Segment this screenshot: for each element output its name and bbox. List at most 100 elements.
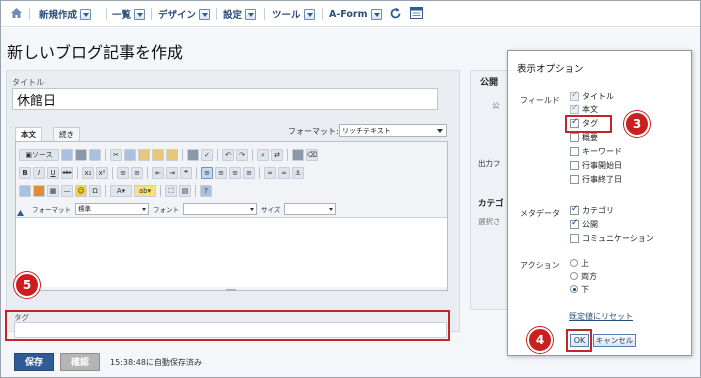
chevron-down-icon[interactable] — [134, 8, 146, 20]
collapse-toolbar-icon[interactable] — [17, 210, 24, 216]
special-char-icon[interactable]: Ω — [89, 185, 101, 197]
preview-button[interactable]: 確認 — [60, 353, 100, 371]
nav-list[interactable]: 一覧 — [112, 7, 146, 21]
spellcheck-icon[interactable]: ✓ — [201, 149, 213, 161]
radio[interactable] — [570, 259, 578, 267]
source-button[interactable]: ▣ソース — [19, 149, 59, 161]
image-icon[interactable] — [19, 185, 31, 197]
refresh-icon[interactable] — [389, 7, 402, 20]
horizontal-rule-icon[interactable]: — — [61, 185, 73, 197]
bold-button[interactable]: B — [19, 167, 31, 179]
window-icon[interactable] — [410, 7, 423, 19]
remove-format-icon[interactable]: ⌫ — [306, 149, 318, 161]
find-icon[interactable]: ⌕ — [257, 149, 269, 161]
table-icon[interactable]: ▦ — [47, 185, 59, 197]
maximize-icon[interactable]: ⛶ — [165, 185, 177, 197]
tab-more[interactable]: 続き — [53, 127, 80, 141]
blockquote-icon[interactable]: ❝ — [180, 167, 192, 179]
align-center-icon[interactable]: ≡ — [215, 167, 227, 179]
metadata-option[interactable]: カテゴリ — [570, 204, 614, 215]
align-justify-icon[interactable]: ≡ — [243, 167, 255, 179]
checkbox[interactable] — [570, 204, 579, 215]
field-option[interactable]: 行事終了日 — [570, 174, 622, 184]
unlink-icon[interactable]: ∞ — [278, 167, 290, 179]
action-position-option[interactable]: 上 — [570, 258, 589, 268]
copy-icon[interactable] — [124, 149, 136, 161]
underline-button[interactable]: U — [47, 167, 59, 179]
format-dropdown[interactable]: 標準 — [75, 203, 149, 215]
checkbox[interactable] — [570, 160, 579, 170]
preview-icon[interactable] — [89, 149, 101, 161]
format-select[interactable]: リッチテキスト — [339, 124, 447, 137]
home-icon[interactable] — [10, 7, 23, 19]
editor-content-area[interactable] — [16, 217, 447, 287]
action-position-option[interactable]: 下 — [570, 284, 589, 294]
reset-defaults-link[interactable]: 既定値にリセット — [569, 311, 633, 322]
chevron-down-icon[interactable] — [370, 8, 382, 20]
checkbox[interactable] — [570, 103, 579, 114]
field-option[interactable]: キーワード — [570, 146, 622, 156]
anchor-icon[interactable]: ⚓ — [292, 167, 304, 179]
metadata-option[interactable]: コミュニケーション — [570, 233, 654, 243]
font-dropdown[interactable] — [183, 203, 257, 215]
cut-icon[interactable]: ✂ — [110, 149, 122, 161]
chevron-down-icon[interactable] — [80, 8, 92, 20]
action-position-option[interactable]: 両方 — [570, 271, 597, 281]
nav-settings[interactable]: 設定 — [223, 7, 257, 21]
undo-icon[interactable]: ↶ — [222, 149, 234, 161]
chevron-down-icon[interactable] — [199, 8, 211, 20]
new-page-icon[interactable] — [61, 149, 73, 161]
title-input[interactable] — [12, 88, 438, 110]
field-option[interactable]: タイトル — [570, 90, 614, 101]
paste-word-icon[interactable] — [166, 149, 178, 161]
resize-handle[interactable] — [226, 289, 236, 291]
metadata-option[interactable]: 公開 — [570, 218, 598, 229]
nav-tools[interactable]: ツール — [272, 7, 315, 21]
replace-icon[interactable]: ⇄ — [271, 149, 283, 161]
paste-text-icon[interactable] — [152, 149, 164, 161]
paste-icon[interactable] — [138, 149, 150, 161]
cancel-button[interactable]: キャンセル — [593, 334, 636, 347]
help-icon[interactable]: ? — [200, 185, 212, 197]
ok-button[interactable]: OK — [570, 334, 589, 347]
print-icon[interactable] — [187, 149, 199, 161]
chevron-down-icon[interactable] — [303, 8, 315, 20]
text-color-icon[interactable]: A▾ — [110, 185, 132, 197]
outdent-icon[interactable]: ⇤ — [152, 167, 164, 179]
radio[interactable] — [570, 285, 578, 293]
italic-button[interactable]: I — [33, 167, 45, 179]
smiley-icon[interactable]: ☺ — [75, 185, 87, 197]
nav-design[interactable]: デザイン — [158, 7, 211, 21]
background-color-icon[interactable]: ab▾ — [134, 185, 156, 197]
checkbox[interactable] — [570, 90, 579, 101]
tag-input[interactable] — [14, 322, 447, 338]
superscript-button[interactable]: x² — [96, 167, 108, 179]
nav-aform[interactable]: A-Form — [329, 7, 382, 21]
checkbox[interactable] — [570, 146, 579, 156]
indent-icon[interactable]: ⇥ — [166, 167, 178, 179]
field-option[interactable]: 本文 — [570, 103, 598, 114]
size-dropdown[interactable] — [284, 203, 337, 215]
select-all-icon[interactable] — [292, 149, 304, 161]
redo-icon[interactable]: ↷ — [236, 149, 248, 161]
checkbox[interactable] — [570, 132, 579, 142]
field-option[interactable]: 概要 — [570, 132, 598, 142]
radio[interactable] — [570, 272, 578, 280]
save-button[interactable]: 保存 — [14, 353, 54, 371]
tab-body[interactable]: 本文 — [15, 127, 42, 141]
checkbox[interactable] — [570, 233, 579, 243]
flash-icon[interactable] — [33, 185, 45, 197]
numbered-list-icon[interactable]: ≡ — [117, 167, 129, 179]
chevron-down-icon[interactable] — [245, 8, 257, 20]
checkbox[interactable] — [570, 174, 579, 184]
field-option[interactable]: 行事開始日 — [570, 160, 622, 170]
bulleted-list-icon[interactable]: ≡ — [131, 167, 143, 179]
checkbox[interactable] — [570, 218, 579, 229]
save-icon[interactable] — [75, 149, 87, 161]
align-right-icon[interactable]: ≡ — [229, 167, 241, 179]
subscript-button[interactable]: x₂ — [82, 167, 94, 179]
strikethrough-button[interactable]: abc — [61, 167, 73, 179]
nav-new[interactable]: 新規作成 — [39, 7, 92, 21]
show-blocks-icon[interactable]: ▤ — [179, 185, 191, 197]
link-icon[interactable]: ∞ — [264, 167, 276, 179]
